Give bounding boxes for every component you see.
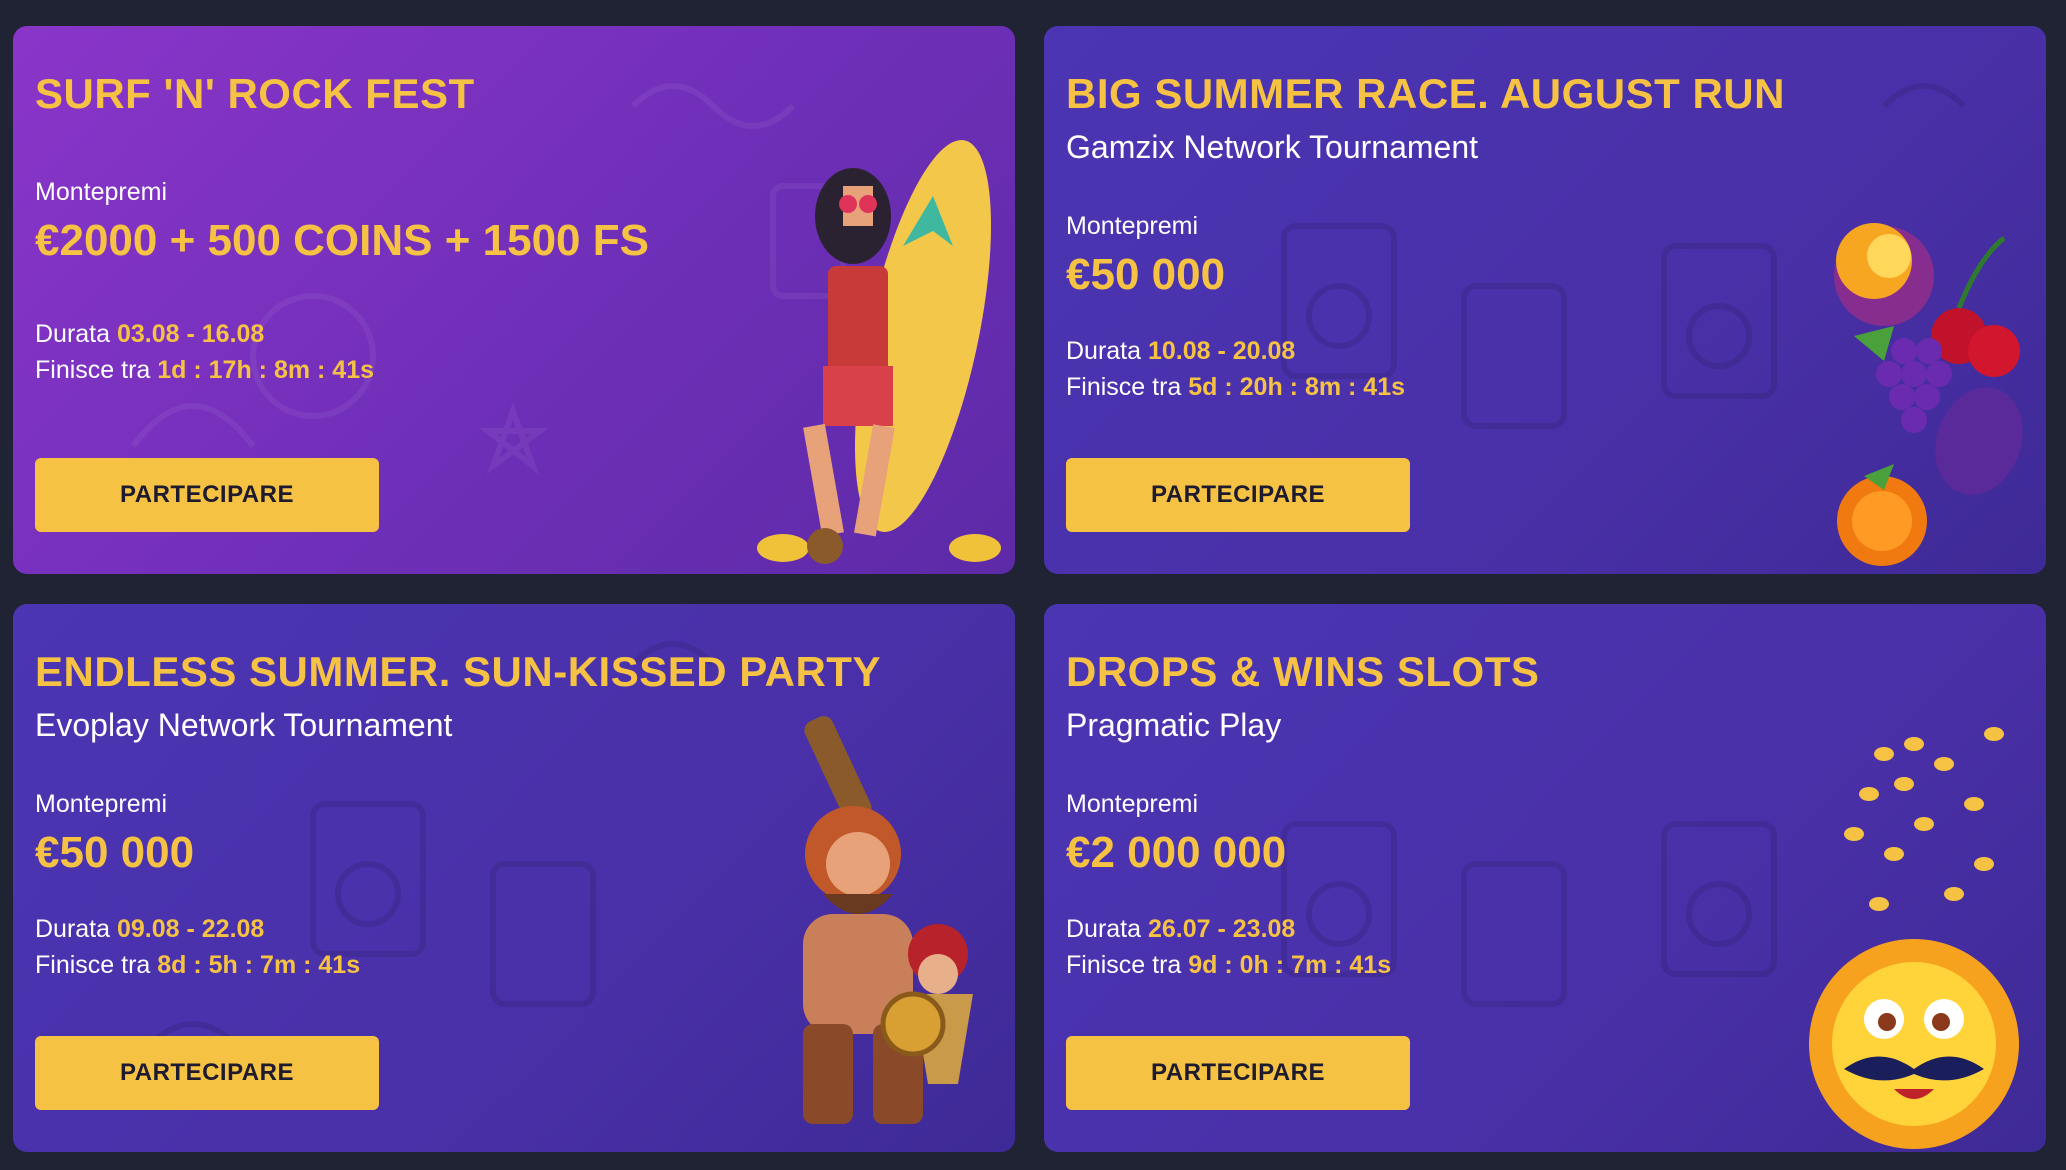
tournament-title: ENDLESS SUMMER. SUN-KISSED PARTY xyxy=(35,648,881,695)
duration-value: 10.08 - 20.08 xyxy=(1148,337,1296,365)
join-button[interactable]: PARTECIPARE xyxy=(35,458,379,532)
tournament-provider: Pragmatic Play xyxy=(1066,707,1282,743)
prize-pool-value: €50 000 xyxy=(35,828,195,877)
join-button[interactable]: PARTECIPARE xyxy=(1066,1036,1410,1110)
countdown-row: Finisce tra 1d : 17h : 8m : 41s xyxy=(35,356,374,385)
prize-pool-label: Montepremi xyxy=(1066,790,1198,818)
duration-row: Durata 09.08 - 22.08 xyxy=(35,915,264,944)
prize-pool-value: €2 000 000 xyxy=(1066,828,1287,877)
tournament-title: DROPS & WINS SLOTS xyxy=(1066,648,1540,695)
prize-pool-value: €50 000 xyxy=(1066,250,1226,299)
duration-label: Durata xyxy=(35,915,111,943)
tournament-card-endless-summer: ENDLESS SUMMER. SUN-KISSED PARTY Evoplay… xyxy=(13,604,1015,1152)
tournament-provider: Evoplay Network Tournament xyxy=(35,707,453,743)
countdown-label: Finisce tra xyxy=(35,356,151,384)
tournament-title: SURF 'N' ROCK FEST xyxy=(35,70,475,117)
prize-pool-value: €2000 + 500 COINS + 1500 FS xyxy=(35,216,649,265)
sun-coins-illustration xyxy=(1809,727,2019,1149)
duration-value: 03.08 - 16.08 xyxy=(117,320,265,348)
tournament-title: BIG SUMMER RACE. AUGUST RUN xyxy=(1066,70,1785,117)
duration-value: 09.08 - 22.08 xyxy=(117,915,265,943)
countdown-value: 8d : 5h : 7m : 41s xyxy=(157,951,361,979)
tournament-card-big-summer-race: BIG SUMMER RACE. AUGUST RUN Gamzix Netwo… xyxy=(1044,26,2046,574)
countdown-label: Finisce tra xyxy=(35,951,151,979)
join-button[interactable]: PARTECIPARE xyxy=(35,1036,379,1110)
countdown-value: 5d : 20h : 8m : 41s xyxy=(1188,373,1406,401)
tournament-card-drops-and-wins: DROPS & WINS SLOTS Pragmatic Play Montep… xyxy=(1044,604,2046,1152)
duration-label: Durata xyxy=(1066,915,1142,943)
duration-row: Durata 03.08 - 16.08 xyxy=(35,320,264,349)
countdown-row: Finisce tra 5d : 20h : 8m : 41s xyxy=(1066,373,1405,402)
prize-pool-label: Montepremi xyxy=(1066,212,1198,240)
countdown-value: 1d : 17h : 8m : 41s xyxy=(157,356,375,384)
duration-label: Durata xyxy=(1066,337,1142,365)
tournament-grid: SURF 'N' ROCK FEST Montepremi €2000 + 50… xyxy=(0,0,2066,1170)
fruits-illustration xyxy=(1834,223,2023,566)
tournament-provider: Gamzix Network Tournament xyxy=(1066,129,1478,165)
countdown-row: Finisce tra 8d : 5h : 7m : 41s xyxy=(35,951,360,980)
countdown-value: 9d : 0h : 7m : 41s xyxy=(1188,951,1392,979)
warriors-illustration xyxy=(803,716,973,1124)
prize-pool-label: Montepremi xyxy=(35,178,167,206)
tournament-card-surf-n-rock: SURF 'N' ROCK FEST Montepremi €2000 + 50… xyxy=(13,26,1015,574)
duration-label: Durata xyxy=(35,320,111,348)
prize-pool-label: Montepremi xyxy=(35,790,167,818)
join-button[interactable]: PARTECIPARE xyxy=(1066,458,1410,532)
duration-row: Durata 26.07 - 23.08 xyxy=(1066,915,1295,944)
countdown-label: Finisce tra xyxy=(1066,373,1182,401)
countdown-row: Finisce tra 9d : 0h : 7m : 41s xyxy=(1066,951,1391,980)
duration-value: 26.07 - 23.08 xyxy=(1148,915,1296,943)
duration-row: Durata 10.08 - 20.08 xyxy=(1066,337,1295,366)
rocker-surfboard-illustration xyxy=(757,140,1001,564)
countdown-label: Finisce tra xyxy=(1066,951,1182,979)
